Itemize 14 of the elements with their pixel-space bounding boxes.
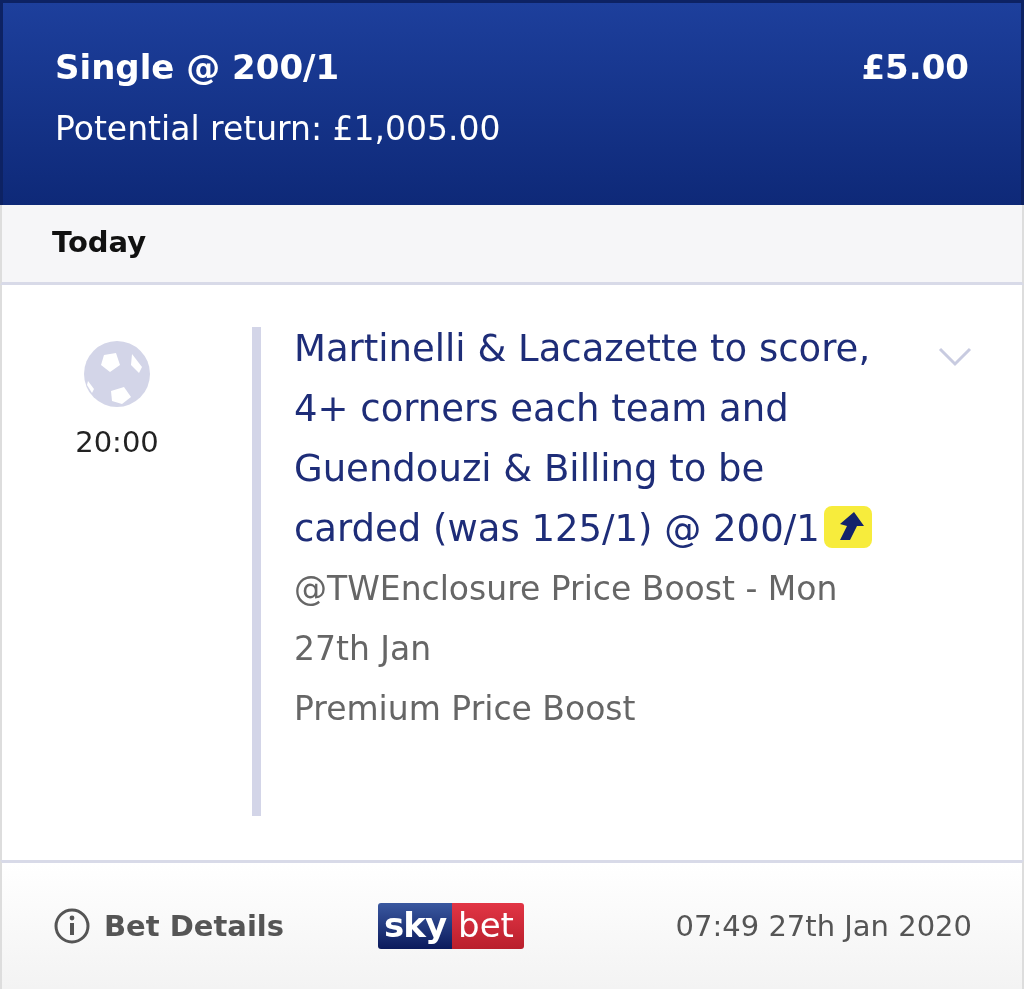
- info-icon: [54, 908, 90, 944]
- football-icon: [84, 341, 150, 407]
- bet-details-link[interactable]: Bet Details: [54, 908, 285, 944]
- bet-note: Premium Price Boost: [294, 688, 637, 730]
- bet-title: Single @ 200/1: [55, 47, 340, 87]
- chevron-icon[interactable]: [938, 347, 972, 367]
- date-heading: Today: [52, 225, 147, 259]
- potential-return: Potential return: £1,005.00: [55, 109, 502, 148]
- selection-text: Martinelli & Lacazette to score, 4+ corners each team and Guendouzi & Billing to be carded (was 125/1) @ 200/1: [294, 326, 873, 552]
- stake-amount: £5.00: [861, 47, 969, 87]
- placed-timestamp: 07:49 27th Jan 2020: [675, 909, 972, 943]
- bet-note: @TWEnclosure Price Boost - Mon 27th Jan: [294, 568, 839, 670]
- event-time: 20:00: [75, 425, 159, 459]
- brand-logo: sky bet: [378, 903, 524, 949]
